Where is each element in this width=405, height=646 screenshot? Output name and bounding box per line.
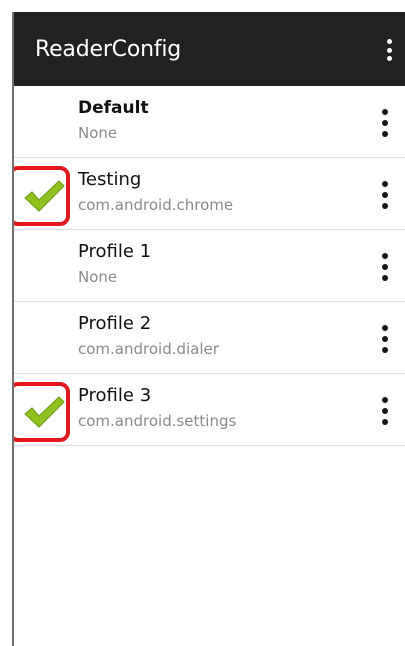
profile-app: com.android.settings xyxy=(78,412,237,430)
green-checkmark-icon xyxy=(24,180,65,212)
row-menu-icon[interactable] xyxy=(379,397,391,425)
profile-row-profile-2[interactable]: Profile 2 com.android.dialer xyxy=(14,302,405,374)
profile-row-testing[interactable]: Testing com.android.chrome xyxy=(14,158,405,230)
profile-list: Default None Testing com.android.chrome … xyxy=(14,86,405,446)
profile-app: None xyxy=(78,268,118,286)
profile-name: Testing xyxy=(78,169,142,190)
profile-app: None xyxy=(78,124,118,142)
profile-row-profile-1[interactable]: Profile 1 None xyxy=(14,230,405,302)
app-title: ReaderConfig xyxy=(35,36,182,62)
overflow-menu-icon[interactable] xyxy=(383,39,395,61)
app-bar: ReaderConfig xyxy=(14,12,405,86)
row-menu-icon[interactable] xyxy=(379,109,391,137)
row-menu-icon[interactable] xyxy=(379,181,391,209)
profile-app: com.android.dialer xyxy=(78,340,219,358)
profile-row-profile-3[interactable]: Profile 3 com.android.settings xyxy=(14,374,405,446)
profile-app: com.android.chrome xyxy=(78,196,234,214)
row-menu-icon[interactable] xyxy=(379,253,391,281)
app-screen: ReaderConfig Default None Testing com.an… xyxy=(12,12,405,646)
green-checkmark-icon xyxy=(24,396,65,428)
profile-name: Profile 3 xyxy=(78,385,152,406)
row-menu-icon[interactable] xyxy=(379,325,391,353)
profile-row-default[interactable]: Default None xyxy=(14,86,405,158)
profile-name: Default xyxy=(78,98,149,118)
profile-name: Profile 2 xyxy=(78,313,152,334)
profile-name: Profile 1 xyxy=(78,241,152,262)
